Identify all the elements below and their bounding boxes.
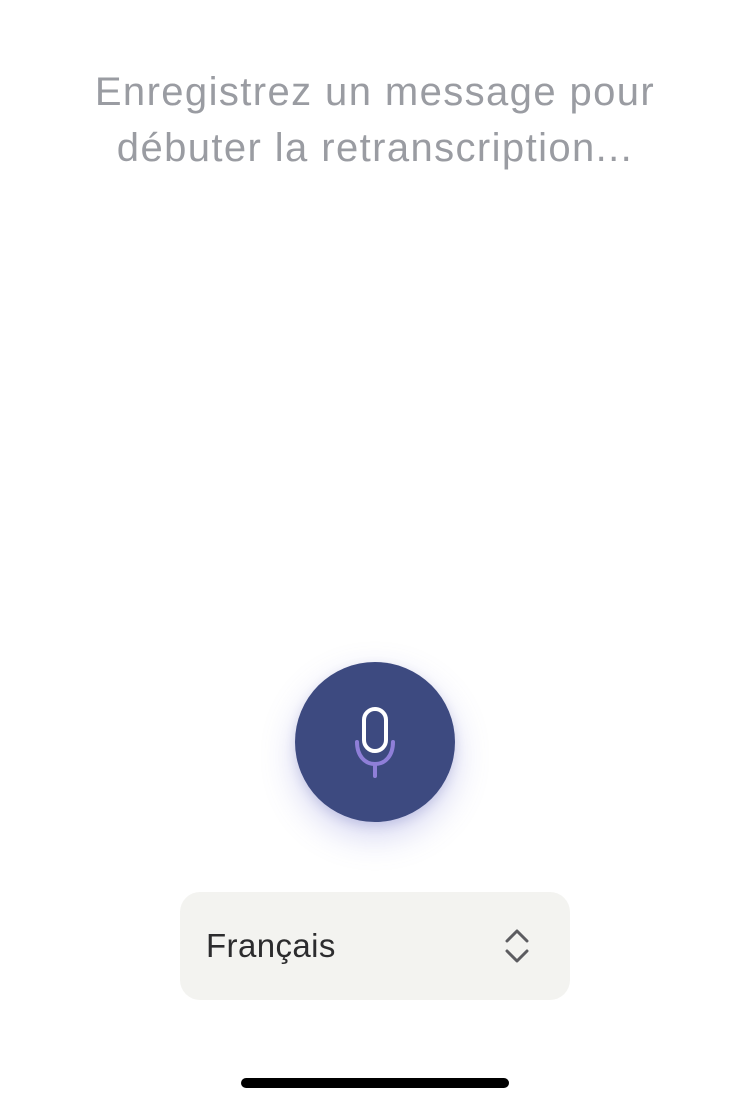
- prompt-line-1: Enregistrez un message pour: [94, 70, 656, 114]
- microphone-icon: [355, 707, 395, 778]
- chevron-up-down-icon: [505, 929, 529, 963]
- prompt-line-2: débuter la retranscription...: [116, 126, 634, 170]
- transcription-screen: Enregistrez un message pour débuter la r…: [0, 0, 750, 1104]
- record-button[interactable]: [295, 662, 455, 822]
- language-select-value: Français: [206, 927, 336, 964]
- language-select[interactable]: Français: [180, 892, 570, 1000]
- record-button-container: [295, 662, 455, 822]
- home-indicator[interactable]: [241, 1078, 509, 1088]
- empty-state-prompt: Enregistrez un message pour débuter la r…: [60, 64, 690, 176]
